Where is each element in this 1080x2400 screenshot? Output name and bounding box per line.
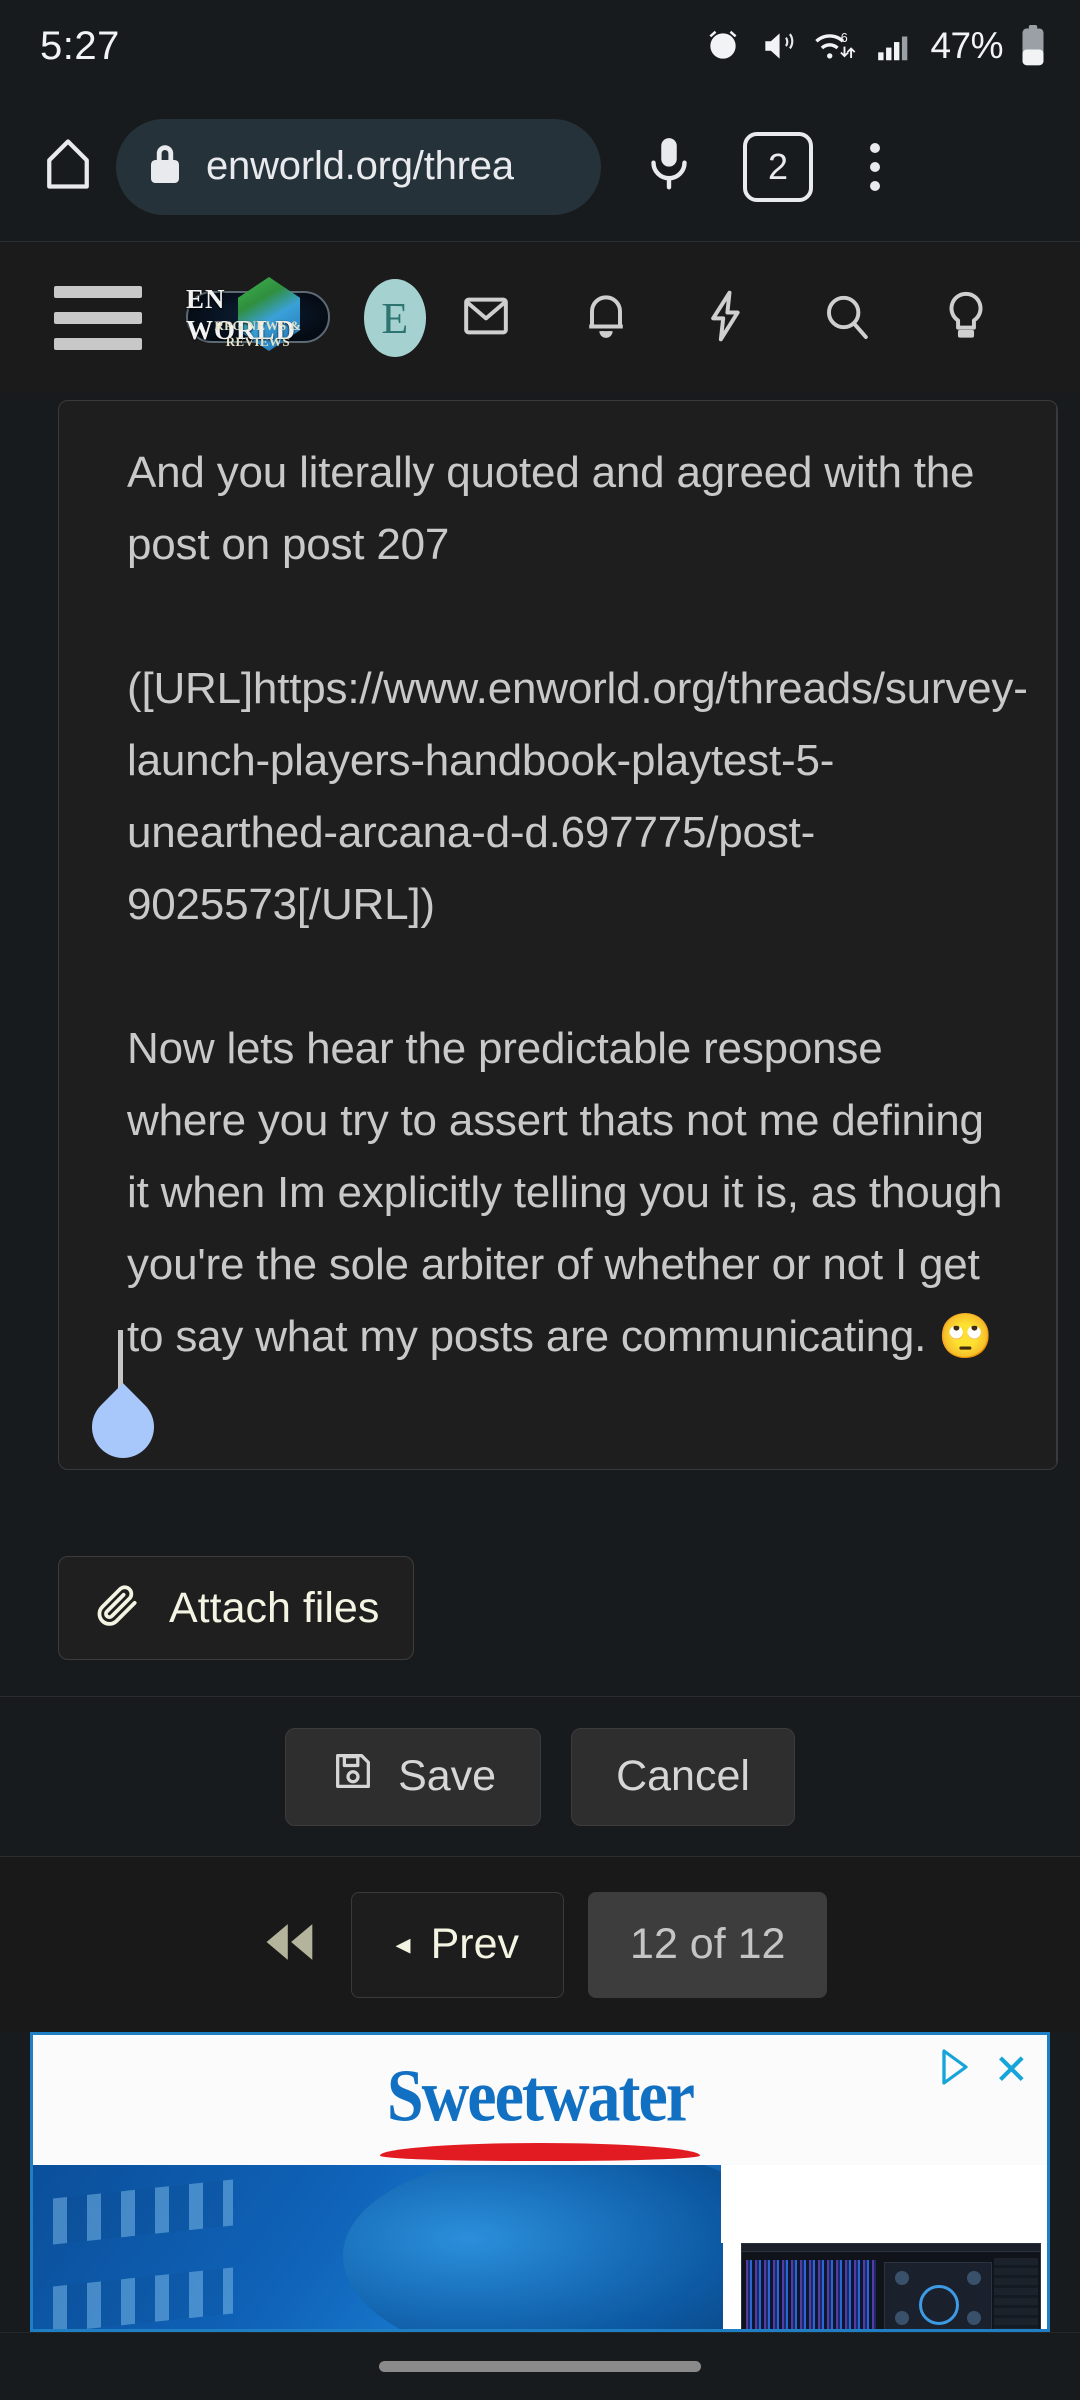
close-icon[interactable]: ✕	[994, 2048, 1029, 2091]
bell-icon	[578, 288, 634, 349]
site-logo[interactable]: EN WORLD RPG NEWS & REVIEWS	[186, 277, 330, 351]
site-menu-button[interactable]	[54, 286, 142, 350]
ad-daw-dial	[919, 2285, 959, 2325]
ad-photo-rack	[53, 2179, 233, 2245]
editor-action-bar: Save Cancel	[0, 1696, 1080, 1856]
first-page-button[interactable]	[253, 1908, 327, 1982]
voice-search-button[interactable]	[623, 121, 715, 213]
prev-page-button[interactable]: ◂ Prev	[350, 1891, 565, 1998]
adchoices-icon[interactable]	[938, 2047, 974, 2092]
phone-screen: 5:27 6 47% enworld.org/threa 2 EN WORLD …	[0, 0, 1080, 2400]
overflow-menu-button[interactable]	[837, 121, 913, 213]
post-paragraph: And you literally quoted and agreed with…	[127, 448, 975, 569]
home-gesture-pill[interactable]	[379, 2361, 701, 2372]
home-icon	[38, 134, 98, 199]
logo-tagline: RPG NEWS & REVIEWS	[214, 318, 302, 349]
url-text: enworld.org/threa	[206, 144, 514, 188]
ad-white-space	[721, 2165, 1047, 2243]
page-indicator[interactable]: 12 of 12	[588, 1891, 828, 1998]
search-icon	[818, 288, 874, 349]
lightbulb-icon	[938, 288, 994, 349]
prev-page-label: Prev	[430, 1920, 520, 1968]
mail-icon	[458, 288, 514, 349]
signal-bars-icon	[875, 27, 913, 65]
post-paragraph: Now lets hear the predictable response w…	[127, 1024, 1003, 1361]
attach-files-label: Attach files	[169, 1583, 380, 1632]
cancel-button[interactable]: Cancel	[571, 1727, 795, 1826]
site-nav-icons	[426, 263, 1026, 373]
post-paragraph: ([URL]https://www.enworld.org/threads/su…	[127, 664, 1028, 929]
status-bar: 5:27 6 47%	[0, 0, 1080, 92]
home-button[interactable]	[28, 127, 108, 207]
lock-icon	[146, 142, 184, 191]
floppy-disk-icon	[330, 1748, 376, 1805]
alerts-button[interactable]	[546, 263, 666, 373]
double-left-arrow-icon	[261, 1919, 319, 1970]
status-bar-icons: 6 47%	[704, 25, 1046, 67]
hamburger-menu-icon	[54, 286, 142, 298]
tab-switcher-button[interactable]: 2	[743, 131, 813, 202]
avatar-initial: E	[381, 293, 409, 343]
advertisement-banner[interactable]: Sweetwater ✕	[30, 2032, 1050, 2332]
wifi-6-icon: 6	[814, 27, 858, 65]
status-bar-clock: 5:27	[40, 23, 120, 68]
avatar[interactable]: E	[363, 279, 426, 357]
ad-photo-figure	[343, 2165, 723, 2329]
search-button[interactable]	[786, 263, 906, 373]
attach-files-button[interactable]: Attach files	[58, 1556, 415, 1660]
cancel-label: Cancel	[616, 1752, 750, 1800]
save-button[interactable]: Save	[285, 1727, 542, 1826]
battery-icon	[1020, 25, 1046, 67]
ad-header: Sweetwater ✕	[33, 2035, 1047, 2165]
ad-daw-sidebar	[994, 2258, 1038, 2329]
browser-toolbar: enworld.org/threa 2	[0, 92, 1080, 242]
pagination-bar: ◂ Prev 12 of 12	[0, 1856, 1080, 2032]
paperclip-icon	[93, 1581, 143, 1636]
ad-software-screenshot	[741, 2243, 1041, 2329]
post-editor-content: And you literally quoted and agreed with…	[59, 401, 1057, 1373]
site-navbar: EN WORLD RPG NEWS & REVIEWS E	[0, 243, 1080, 393]
theme-toggle-button[interactable]	[906, 263, 1026, 373]
ad-daw-knob-panel	[884, 2262, 992, 2329]
overflow-menu-icon	[870, 142, 880, 153]
page-indicator-label: 12 of 12	[630, 1920, 786, 1968]
alarm-icon	[704, 27, 742, 65]
ad-brand-logo: Sweetwater	[33, 2056, 1047, 2161]
ad-brand-swoosh	[380, 2143, 700, 2161]
battery-percent-label: 47%	[930, 25, 1003, 66]
ad-brand-label: Sweetwater	[386, 2055, 695, 2138]
ad-daw-spectrum	[746, 2260, 876, 2329]
inbox-button[interactable]	[426, 263, 546, 373]
ad-daw-titlebar	[742, 2244, 1040, 2252]
ad-controls: ✕	[938, 2047, 1029, 2092]
ad-photo-rack	[53, 2267, 233, 2329]
attach-files-area: Attach files	[58, 1556, 415, 1660]
post-editor-textarea[interactable]: And you literally quoted and agreed with…	[58, 400, 1058, 1470]
caret-left-icon: ◂	[395, 1927, 411, 1961]
save-label: Save	[398, 1752, 497, 1800]
svg-text:6: 6	[841, 31, 848, 45]
microphone-icon	[642, 133, 696, 200]
tab-count-label: 2	[767, 145, 789, 187]
url-bar[interactable]: enworld.org/threa	[116, 118, 601, 215]
lightning-bolt-icon	[698, 288, 754, 349]
system-navigation-bar	[0, 2332, 1080, 2400]
whats-new-button[interactable]	[666, 263, 786, 373]
ad-photo	[33, 2165, 723, 2329]
vibrate-icon	[759, 27, 797, 65]
